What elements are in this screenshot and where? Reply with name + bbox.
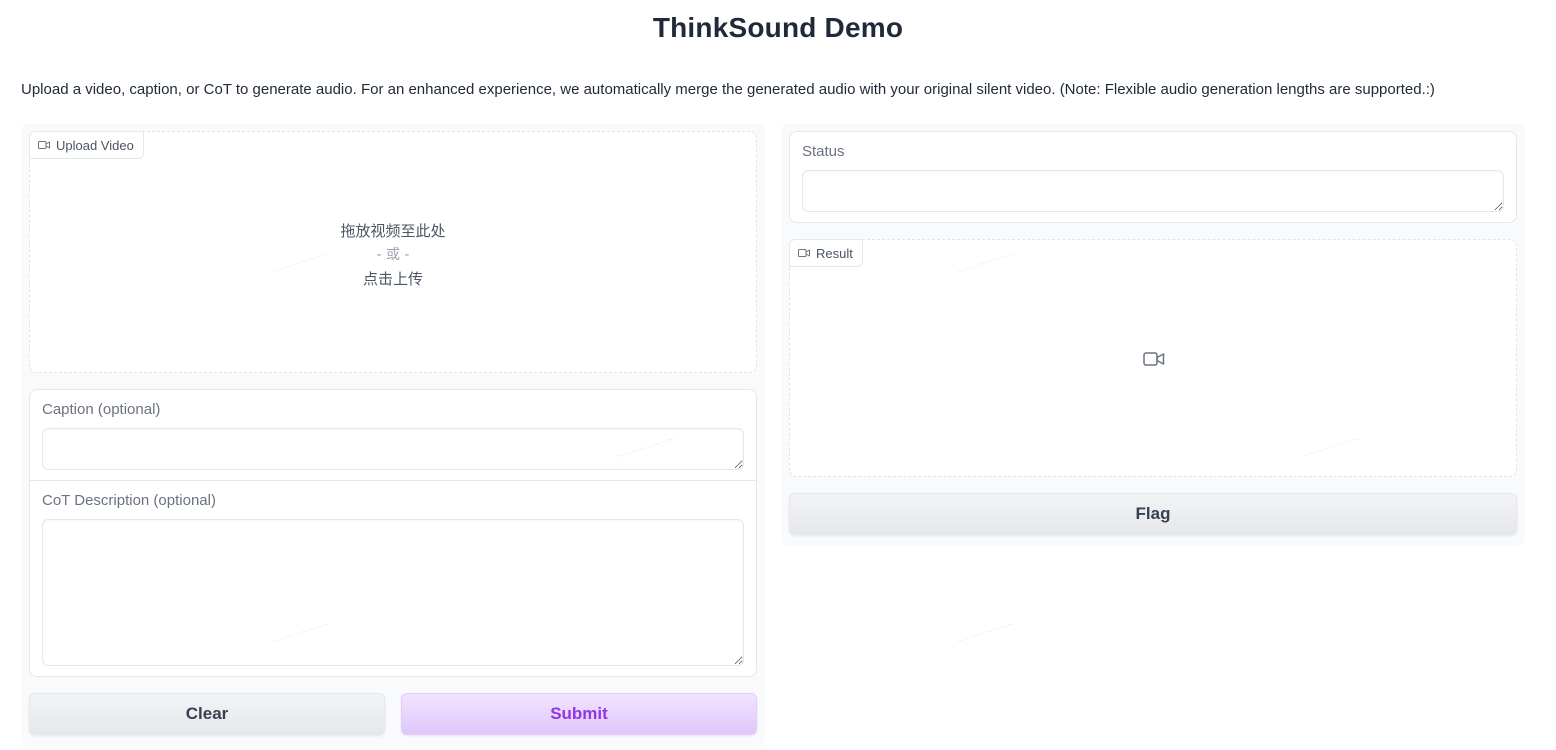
status-output[interactable]: [802, 170, 1504, 212]
result-video-panel: Result: [789, 239, 1517, 477]
watermark: ~~~~~~~~: [954, 615, 1017, 650]
page-title: ThinkSound Demo: [652, 12, 904, 43]
result-label-text: Result: [816, 245, 853, 261]
or-separator-text: - 或 -: [376, 247, 410, 263]
upload-video-label-text: Upload Video: [56, 137, 134, 153]
result-label: Result: [789, 239, 863, 267]
video-icon: [798, 249, 810, 257]
caption-label: Caption (optional): [42, 401, 161, 418]
cot-description-input[interactable]: [42, 519, 744, 666]
status-label: Status: [802, 143, 845, 160]
clear-button[interactable]: Clear: [29, 693, 385, 735]
video-upload-dropzone[interactable]: Upload Video 拖放视频至此处 - 或 - 点击上传: [29, 131, 757, 373]
status-panel: Status: [789, 131, 1517, 223]
output-column: Status Result Flag: [781, 124, 1525, 545]
text-inputs-panel: Caption (optional) CoT Description (opti…: [29, 389, 757, 677]
submit-button[interactable]: Submit: [401, 693, 757, 735]
upload-video-label: Upload Video: [29, 131, 144, 159]
video-icon: [38, 141, 50, 149]
drop-video-text: 拖放视频至此处: [340, 222, 446, 240]
caption-input[interactable]: [42, 428, 744, 470]
input-column: Upload Video 拖放视频至此处 - 或 - 点击上传 Caption …: [21, 124, 765, 745]
page-description: Upload a video, caption, or CoT to gener…: [21, 81, 1435, 98]
cot-description-label: CoT Description (optional): [42, 492, 216, 509]
field-divider: [30, 480, 756, 481]
page: ThinkSound Demo Upload a video, caption,…: [0, 0, 1556, 750]
click-upload-text: 点击上传: [362, 270, 423, 288]
video-camera-icon: [1143, 352, 1165, 366]
flag-button[interactable]: Flag: [789, 493, 1517, 535]
